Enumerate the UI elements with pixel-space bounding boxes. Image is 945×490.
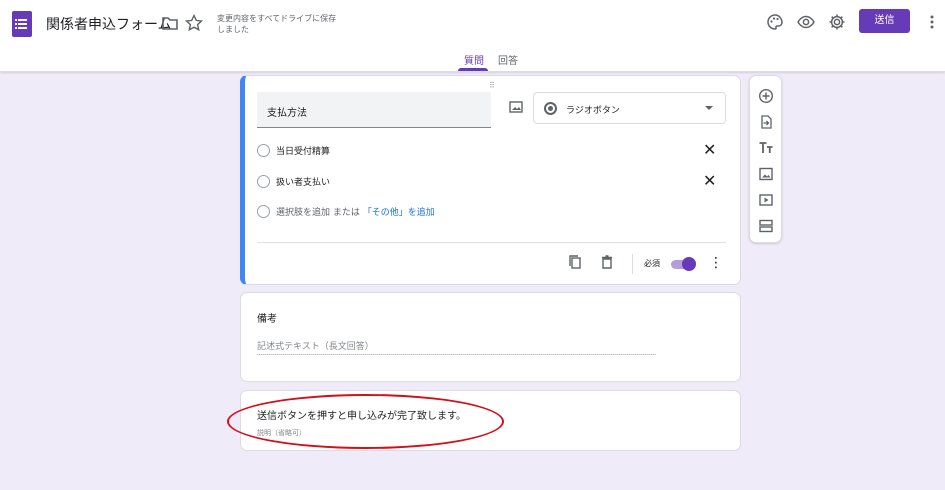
save-status: 変更内容をすべてドライブに保存しました [217, 14, 337, 34]
active-tab-indicator [458, 68, 488, 71]
add-title-text-icon[interactable] [758, 140, 774, 156]
add-section-icon[interactable] [758, 218, 774, 234]
preview-eye-icon[interactable] [796, 12, 816, 32]
question-card-notes[interactable]: 備考 記述式テキスト（長文回答） [240, 292, 741, 382]
remove-option-2-icon[interactable]: ✕ [703, 173, 716, 189]
star-icon[interactable] [184, 13, 204, 33]
tab-questions[interactable]: 質問 [464, 52, 484, 67]
floating-toolbar [749, 75, 782, 243]
card-divider [257, 242, 726, 243]
forms-app-icon[interactable] [12, 11, 32, 37]
question-card-payment[interactable]: ⠿ 支払方法 ラジオボタン 当日受付精算 ✕ 扱い者支払い ✕ 選択肢を追加 ま… [240, 75, 741, 285]
add-image-icon[interactable] [758, 166, 774, 182]
long-answer-placeholder: 記述式テキスト（長文回答） [257, 342, 374, 352]
chevron-down-icon [705, 106, 713, 110]
long-answer-underline [257, 354, 656, 355]
delete-trash-icon[interactable] [599, 254, 615, 270]
settings-gear-icon[interactable] [827, 12, 847, 32]
add-option-link[interactable]: 選択肢を追加 [276, 208, 330, 218]
add-video-icon[interactable] [758, 192, 774, 208]
question-title-input[interactable]: 支払方法 [257, 92, 491, 128]
remove-option-1-icon[interactable]: ✕ [703, 142, 716, 158]
required-label: 必須 [644, 259, 660, 268]
footer-separator [632, 254, 633, 274]
option-label-2[interactable]: 扱い者支払い [276, 175, 330, 188]
folder-icon[interactable] [160, 13, 180, 33]
add-option-row: 選択肢を追加 または 「その他」を追加 [276, 205, 435, 218]
required-toggle-knob[interactable] [682, 257, 696, 271]
more-vert-icon[interactable] [922, 12, 942, 32]
add-other-link[interactable]: 「その他」を追加 [363, 208, 435, 218]
or-text: または [332, 208, 360, 218]
question-type-dropdown[interactable]: ラジオボタン [533, 92, 726, 124]
option-radio-icon [257, 144, 270, 157]
add-image-icon[interactable] [509, 101, 523, 113]
question-more-icon[interactable]: ⋮ [709, 256, 723, 270]
option-label-1[interactable]: 当日受付精算 [276, 144, 330, 157]
header: 関係者申込フォーム 変更内容をすべてドライブに保存しました 送信 質問 回答 [0, 0, 945, 72]
notes-question-title: 備考 [257, 314, 277, 325]
drag-handle-icon[interactable]: ⠿ [489, 81, 496, 90]
duplicate-icon[interactable] [567, 254, 583, 270]
question-title-text: 支払方法 [267, 108, 307, 119]
option-radio-icon [257, 205, 270, 218]
send-button[interactable]: 送信 [859, 9, 910, 33]
option-radio-icon [257, 175, 270, 188]
radio-button-icon [544, 102, 557, 115]
question-type-label: ラジオボタン [566, 106, 620, 116]
red-annotation-ellipse [227, 394, 504, 449]
form-title[interactable]: 関係者申込フォーム [46, 14, 172, 34]
add-question-icon[interactable] [758, 88, 774, 104]
import-questions-icon[interactable] [758, 114, 774, 130]
palette-icon[interactable] [765, 12, 785, 32]
tab-responses[interactable]: 回答 [498, 52, 518, 67]
